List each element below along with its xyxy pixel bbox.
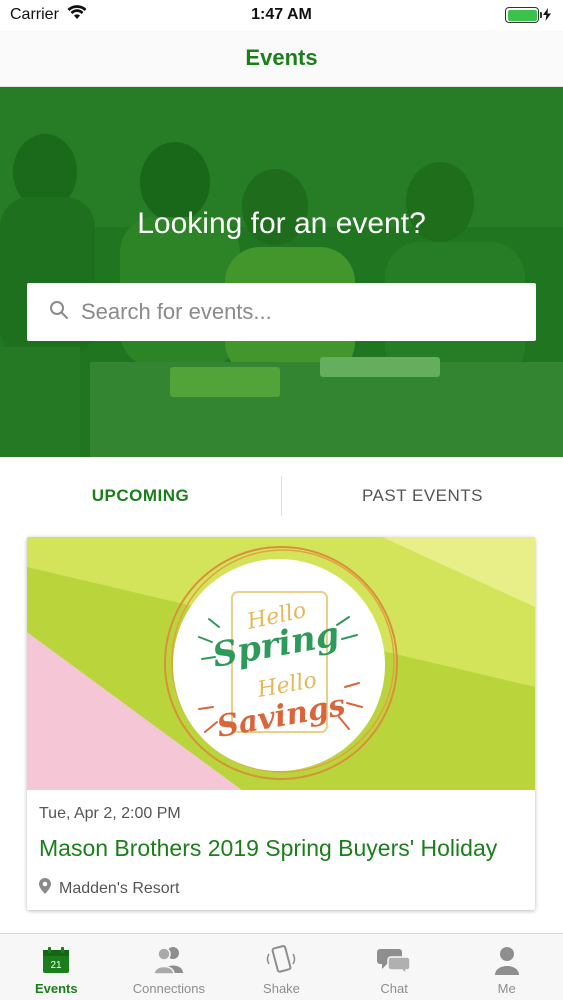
people-icon [152, 943, 186, 977]
hero-green-overlay [0, 87, 563, 457]
nav-bar: Events [0, 30, 563, 87]
tab-upcoming[interactable]: UPCOMING [0, 486, 281, 506]
event-title[interactable]: Mason Brothers 2019 Spring Buyers' Holid… [39, 835, 527, 862]
status-left: Carrier [10, 5, 87, 25]
event-date: Tue, Apr 2, 2:00 PM [39, 805, 181, 822]
event-card[interactable]: Hello Spring Hello Savings Tue, Apr 2, 2… [27, 537, 535, 910]
person-icon [490, 943, 524, 977]
bottom-tab-bar: 21 Events Connections Shake Chat Me [0, 933, 563, 1000]
search-box[interactable] [27, 283, 536, 341]
status-bar: Carrier 1:47 AM [0, 0, 563, 30]
wifi-icon [67, 5, 87, 25]
calendar-icon: 21 [39, 943, 73, 977]
tab-bar-item-events[interactable]: 21 Events [0, 934, 113, 1000]
tab-bar-item-me[interactable]: Me [450, 934, 563, 1000]
tab-bar-label-shake: Shake [263, 981, 300, 996]
tab-past-events[interactable]: PAST EVENTS [282, 486, 563, 506]
calendar-day: 21 [51, 960, 63, 971]
battery-fill [507, 9, 537, 21]
search-input[interactable] [81, 299, 536, 325]
event-banner-image: Hello Spring Hello Savings [27, 537, 535, 790]
carrier-label: Carrier [10, 6, 59, 23]
shake-phone-icon [264, 943, 298, 977]
tab-bar-label-chat: Chat [380, 981, 408, 996]
search-icon [49, 300, 69, 325]
status-right [505, 7, 551, 23]
event-location: Madden's Resort [39, 878, 179, 899]
battery-icon [505, 7, 542, 23]
hero-banner: Looking for an event? [0, 87, 563, 457]
event-tabs: UPCOMING PAST EVENTS [0, 457, 563, 535]
tab-bar-item-connections[interactable]: Connections [113, 934, 226, 1000]
tab-bar-item-shake[interactable]: Shake [225, 934, 338, 1000]
hero-heading: Looking for an event? [137, 207, 426, 240]
location-pin-icon [39, 878, 51, 899]
event-location-label: Madden's Resort [59, 879, 180, 897]
page-title: Events [245, 45, 318, 70]
tab-bar-item-chat[interactable]: Chat [338, 934, 451, 1000]
tab-bar-label-connections: Connections [132, 981, 206, 996]
tab-bar-label-me: Me [497, 981, 516, 996]
tab-bar-label-events: Events [34, 981, 78, 996]
chat-bubbles-icon [377, 943, 411, 977]
charging-bolt-icon [543, 7, 551, 23]
